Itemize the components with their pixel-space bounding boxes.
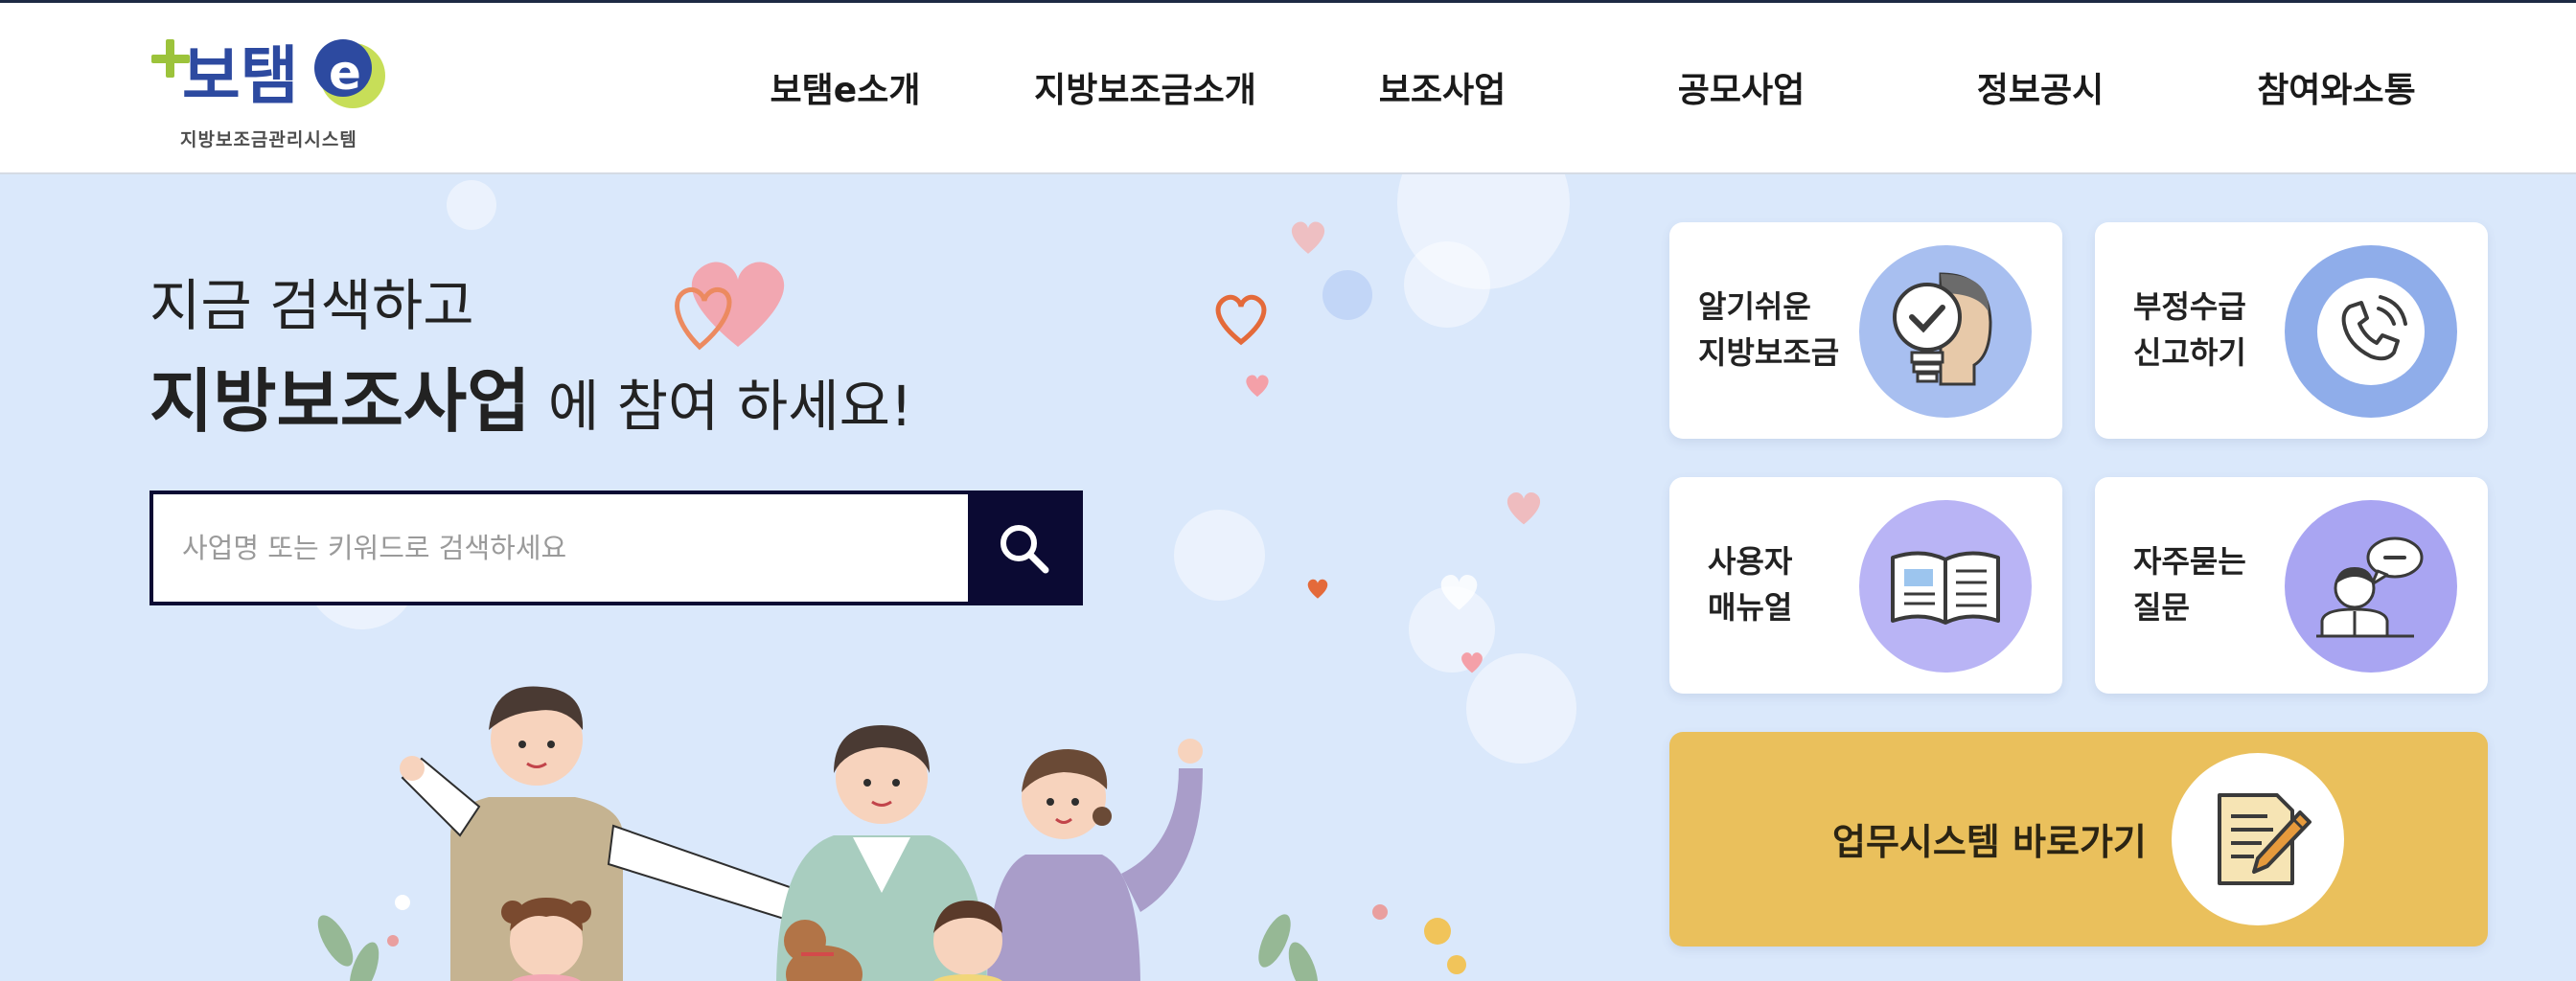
card-report-fraud-line2: 신고하기 — [2133, 334, 2246, 371]
nav-item-subsidy-intro[interactable]: 지방보조금소개 — [1016, 62, 1275, 120]
nav-item-public-contest[interactable]: 공모사업 — [1641, 62, 1842, 120]
nav-item-disclosure[interactable]: 정보공시 — [1940, 62, 2141, 120]
book-icon — [1891, 551, 2000, 625]
hero-headline-1: 지금 검색하고 — [150, 273, 474, 338]
card-easy-subsidy-line1: 알기쉬운 — [1698, 288, 1811, 325]
card-user-manual-line1: 사용자 — [1708, 543, 1793, 580]
card-easy-subsidy-icon-circle — [1859, 245, 2032, 418]
decor-bubble — [1404, 241, 1490, 328]
site-header: 보탬 e 지방보조금관리시스템 보탬e소개 지방보조금소개 보조사업 공모사업 … — [0, 0, 2576, 174]
card-user-manual[interactable]: 사용자 매뉴얼 — [1669, 477, 2062, 694]
family-illustration — [317, 686, 1466, 981]
decor-bubble — [447, 180, 496, 230]
card-faq-icon-circle — [2285, 500, 2457, 673]
decor-bubble — [1322, 270, 1372, 320]
phone-icon — [2317, 278, 2425, 385]
hearts-decoration — [675, 262, 785, 351]
heart-icon — [1215, 294, 1267, 346]
chat-person-icon — [2316, 536, 2424, 638]
card-faq-line1: 자주묻는 — [2133, 543, 2246, 580]
card-user-manual-line2: 매뉴얼 — [1708, 589, 1793, 626]
hero-headline-rest: 에 참여 하세요! — [530, 374, 913, 439]
hero-section: 지금 검색하고 지방보조사업 에 참여 하세요! 사업명 또는 키워드로 검색하… — [0, 174, 2576, 981]
nav-item-subsidy-projects[interactable]: 보조사업 — [1342, 62, 1543, 120]
card-easy-subsidy[interactable]: 알기쉬운 지방보조금 — [1669, 222, 2062, 439]
heart-icon — [1246, 375, 1269, 398]
card-faq[interactable]: 자주묻는 질문 — [2095, 477, 2488, 694]
main-nav: 보탬e소개 지방보조금소개 보조사업 공모사업 정보공시 참여와소통 — [0, 3, 2576, 177]
heart-icon — [1291, 221, 1325, 254]
card-report-fraud-line1: 부정수급 — [2133, 288, 2246, 325]
work-system-icon-circle — [2172, 753, 2344, 925]
nav-item-participation[interactable]: 참여와소통 — [2221, 62, 2451, 120]
hero-headline-bold: 지방보조사업 — [150, 361, 531, 442]
work-system-button[interactable]: 업무시스템 바로가기 — [1669, 732, 2488, 947]
card-report-fraud[interactable]: 부정수급 신고하기 — [2095, 222, 2488, 439]
work-system-label: 업무시스템 바로가기 — [1832, 821, 2147, 863]
card-user-manual-icon-circle — [1859, 500, 2032, 673]
card-faq-line2: 질문 — [2133, 589, 2190, 626]
hero-headline-2: 지방보조사업 에 참여 하세요! — [150, 345, 912, 445]
document-pencil-icon — [2218, 793, 2312, 885]
nav-item-about[interactable]: 보탬e소개 — [749, 62, 941, 120]
lightbulb-head-icon — [1893, 272, 1992, 386]
card-easy-subsidy-line2: 지방보조금 — [1698, 334, 1840, 371]
card-report-fraud-icon-circle — [2285, 245, 2457, 418]
